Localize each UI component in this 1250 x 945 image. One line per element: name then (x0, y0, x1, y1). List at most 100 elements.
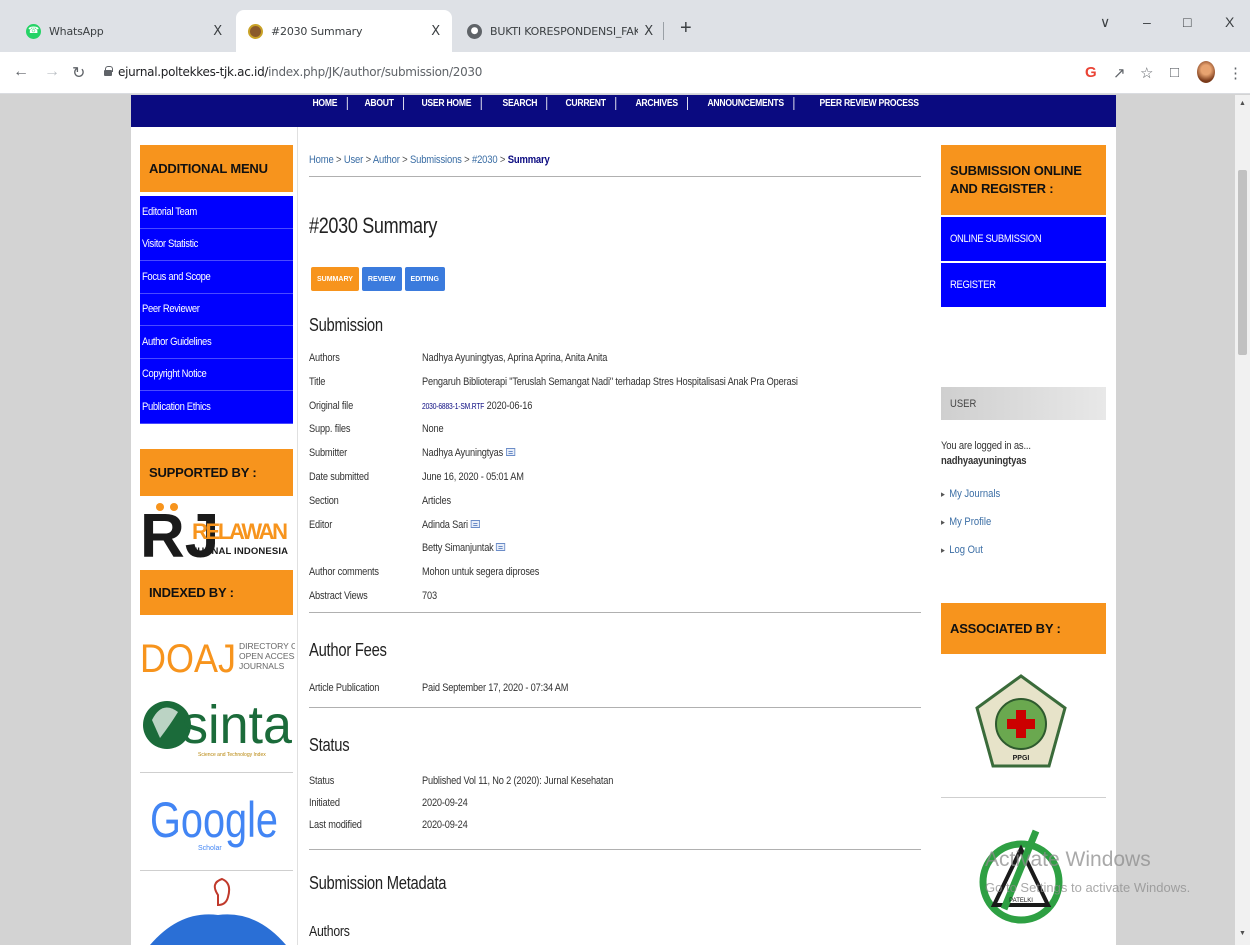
tab-editing[interactable]: EDITING (404, 267, 445, 291)
relawan-jurnal-logo[interactable]: RJ RELAWAN JURNAL INDONESIA (140, 497, 290, 571)
log-out-link[interactable]: Log Out (941, 544, 983, 556)
breadcrumb-id[interactable]: #2030 (472, 154, 498, 166)
register-label: REGISTER (950, 279, 996, 291)
scrollbar-thumb[interactable] (1238, 170, 1247, 355)
additional-menu-item[interactable]: Publication Ethics (140, 391, 293, 424)
google-translate-icon[interactable]: G (1085, 64, 1097, 81)
detail-value-text: Published Vol 11, No 2 (2020): Jurnal Ke… (422, 775, 614, 787)
original-file-link[interactable]: 2030-6883-1-SM.RTF (422, 402, 484, 411)
more-menu-icon[interactable]: ⋮ (1228, 64, 1243, 82)
top-nav-item[interactable]: USER HOME (412, 97, 482, 110)
new-tab-button[interactable]: + (680, 17, 692, 40)
top-nav-item[interactable]: PEER REVIEW PROCESS (810, 97, 928, 110)
tab-whatsapp[interactable]: ☎ WhatsApp X (14, 10, 234, 52)
breadcrumb-submissions[interactable]: Submissions (410, 154, 462, 166)
additional-menu-item[interactable]: Author Guidelines (140, 326, 293, 359)
google-scholar-logo[interactable]: Google Scholar (140, 785, 295, 860)
submission-subtabs: SUMMARY REVIEW EDITING (311, 267, 445, 291)
tab-bukti[interactable]: ● BUKTI KORESPONDENSI_FAKTO X (455, 10, 665, 52)
email-icon[interactable] (496, 543, 506, 552)
menu-item-label: Focus and Scope (142, 270, 211, 283)
detail-value: 2020-09-24 (422, 819, 468, 831)
top-nav-item[interactable]: HOME (303, 97, 348, 110)
doaj-mark: DOAJ (140, 637, 236, 675)
metadata-heading: Submission Metadata (309, 873, 447, 893)
detail-value-text: Mohon untuk segera diproses (422, 566, 540, 579)
forward-arrow-icon[interactable]: → (44, 63, 60, 81)
menu-item-label: Editorial Team (142, 205, 197, 218)
profile-avatar[interactable] (1197, 61, 1215, 83)
additional-menu-item[interactable]: Visitor Statistic (140, 228, 293, 261)
tab-close-icon[interactable]: X (644, 24, 653, 39)
detail-value: June 16, 2020 - 05:01 AM (422, 471, 524, 483)
share-icon[interactable]: ↗ (1113, 64, 1126, 82)
scroll-down-icon[interactable]: ▼ (1239, 930, 1246, 937)
address-bar: ← → ↻ ejurnal.poltekkes-tjk.ac.id/index.… (0, 52, 1250, 94)
tab-close-icon[interactable]: X (431, 24, 440, 39)
breadcrumb-sep: > (363, 154, 373, 166)
tab-summary[interactable]: #2030 Summary X (236, 10, 452, 52)
detail-label: Author comments (309, 566, 379, 579)
browser-tab-bar: ☎ WhatsApp X #2030 Summary X ● BUKTI KOR… (0, 0, 1250, 52)
additional-menu-item[interactable]: Peer Reviewer (140, 293, 293, 326)
google-word: Google (150, 792, 278, 848)
tab-close-icon[interactable]: X (213, 24, 222, 39)
additional-menu-item[interactable]: Copyright Notice (140, 358, 293, 391)
breadcrumb: Home > User > Author > Submissions > #20… (309, 154, 550, 166)
bookmark-star-icon[interactable]: ☆ (1140, 64, 1153, 82)
breadcrumb-user[interactable]: User (344, 154, 363, 166)
restore-button[interactable]: □ (1183, 14, 1191, 30)
email-icon[interactable] (470, 519, 480, 528)
close-window-button[interactable]: X (1225, 14, 1234, 30)
detail-label: Title (309, 375, 326, 388)
breadcrumb-author[interactable]: Author (373, 154, 400, 166)
minimize-button[interactable]: – (1143, 14, 1151, 30)
top-nav-item[interactable]: ANNOUNCEMENTS (698, 97, 795, 110)
ppgi-label: PPGI (1013, 755, 1030, 762)
online-submission-label: ONLINE SUBMISSION (950, 233, 1042, 245)
top-nav-item[interactable]: ARCHIVES (626, 97, 689, 110)
top-nav-item[interactable]: ABOUT (355, 97, 404, 110)
detail-value-text: Nadhya Ayuningtyas, Aprina Aprina, Anita… (422, 352, 608, 364)
detail-value-text: None (422, 423, 444, 436)
fee-value: Paid September 17, 2020 - 07:34 AM (422, 682, 569, 694)
detail-label: Initiated (309, 797, 340, 809)
patelki-logo[interactable]: PATELKI (976, 827, 1066, 927)
jurnal-indonesia-word: JURNAL INDONESIA (192, 546, 288, 557)
top-nav-item[interactable]: CURRENT (556, 97, 617, 110)
detail-value: 2020-09-24 (422, 797, 468, 809)
register-link[interactable]: REGISTER (941, 263, 1106, 307)
online-submission-link[interactable]: ONLINE SUBMISSION (941, 217, 1106, 261)
detail-label: Last modified (309, 819, 362, 831)
detail-value: Nadhya Ayuningtyas, Aprina Aprina, Anita… (422, 352, 607, 364)
detail-value: Articles (422, 495, 451, 507)
detail-value: Pengaruh Biblioterapi "Teruslah Semangat… (422, 376, 798, 388)
breadcrumb-home[interactable]: Home (309, 154, 334, 166)
reload-icon[interactable]: ↻ (72, 63, 85, 83)
divider (140, 772, 293, 773)
site-favicon-icon (248, 23, 263, 39)
email-icon[interactable] (505, 448, 515, 457)
ppgi-logo[interactable]: PPGI (971, 672, 1071, 772)
side-panel-icon[interactable]: □ (1170, 64, 1179, 81)
my-journals-link[interactable]: My Journals (941, 488, 1000, 500)
url-field[interactable]: ejurnal.poltekkes-tjk.ac.id/index.php/JK… (118, 65, 482, 79)
scroll-up-icon[interactable]: ▲ (1239, 100, 1246, 107)
tab-summary[interactable]: SUMMARY (311, 267, 359, 291)
back-arrow-icon[interactable]: ← (13, 63, 29, 81)
tab-review[interactable]: REVIEW (361, 267, 402, 291)
detail-value: Adinda Sari (422, 519, 480, 531)
divider (309, 849, 921, 850)
top-nav-item[interactable]: SEARCH (493, 97, 548, 110)
doaj-logo[interactable]: DOAJ DIRECTORY OF OPEN ACCESS JOURNALS (140, 635, 303, 681)
my-profile-link[interactable]: My Profile (941, 516, 991, 528)
eagle-logo[interactable] (140, 875, 295, 945)
tab-search-icon[interactable]: ∨ (1100, 14, 1110, 31)
username-text: nadhyaayuningtyas (941, 455, 1027, 467)
detail-value-text: Nadhya Ayuningtyas (422, 447, 504, 460)
sinta-logo[interactable]: sinta Science and Technology Index (140, 680, 295, 765)
additional-menu-item[interactable]: Editorial Team (140, 196, 293, 229)
additional-menu-item[interactable]: Focus and Scope (140, 261, 293, 294)
lock-icon[interactable] (104, 66, 113, 76)
divider (140, 870, 293, 871)
